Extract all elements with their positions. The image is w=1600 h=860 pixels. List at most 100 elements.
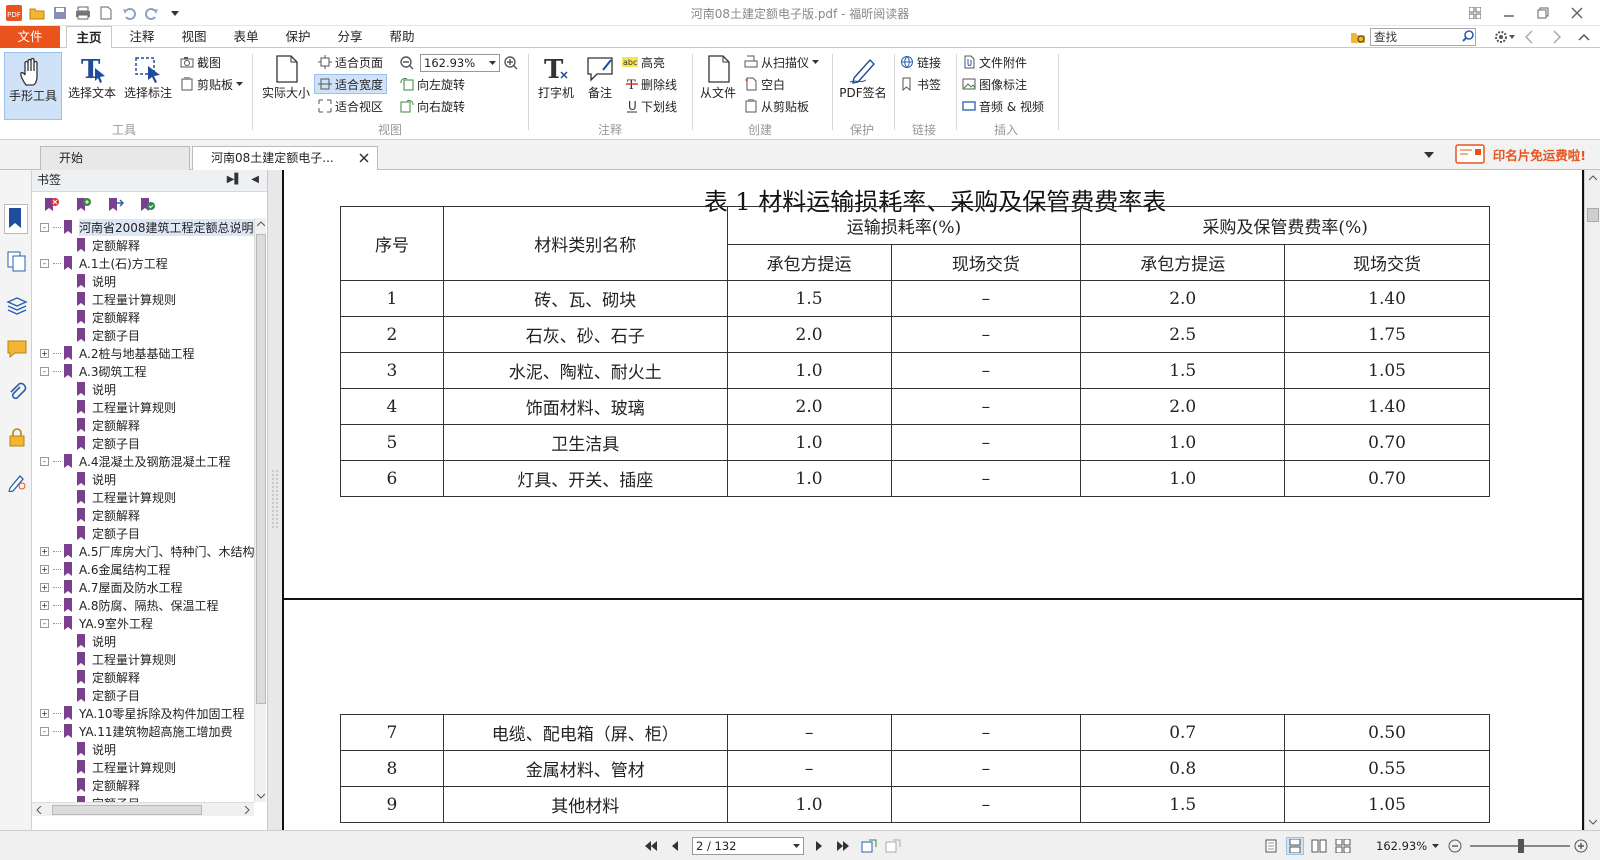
bookmark-item[interactable]: + A.8防腐、隔热、保温工程 xyxy=(40,596,218,614)
bookmark-child-item[interactable]: 定额解释 xyxy=(76,416,140,434)
fit-visible-button[interactable]: 适合视区 xyxy=(318,96,383,116)
tab-close-icon[interactable] xyxy=(359,153,369,163)
collapse-panel-icon[interactable]: ◀ xyxy=(251,174,259,185)
bookmark-item[interactable]: - YA.9室外工程 xyxy=(40,614,153,632)
first-page-icon[interactable] xyxy=(642,837,660,855)
go-to-bookmark-icon[interactable] xyxy=(106,197,124,213)
audio-video-button[interactable]: 音频 & 视频 xyxy=(962,96,1044,116)
menu-form[interactable]: 表单 xyxy=(228,26,264,48)
zoom-in-icon[interactable] xyxy=(504,56,518,70)
single-page-view-icon[interactable] xyxy=(1262,837,1280,855)
zoom-level[interactable]: 162.93% xyxy=(1376,839,1427,853)
document-vertical-scrollbar[interactable] xyxy=(1584,170,1600,830)
collapse-icon[interactable]: - xyxy=(40,222,49,232)
bookmark-child-item[interactable]: 定额子目 xyxy=(76,434,140,452)
signatures-panel-icon[interactable] xyxy=(6,470,28,492)
bookmark-child-item[interactable]: 定额解释 xyxy=(76,236,140,254)
bookmark-child-item[interactable]: 工程量计算规则 xyxy=(76,650,176,668)
bookmark-item[interactable]: - A.3砌筑工程 xyxy=(40,362,146,380)
bookmark-child-item[interactable]: 定额解释 xyxy=(76,668,140,686)
snapshot-button[interactable]: 截图 xyxy=(180,52,221,72)
scroll-right-icon[interactable] xyxy=(244,806,250,814)
bookmark-item[interactable]: + YA.10零星拆除及构件加固工程 xyxy=(40,704,244,722)
scroll-down-icon[interactable] xyxy=(257,792,265,800)
continuous-view-icon[interactable] xyxy=(1286,837,1304,855)
expand-panel-icon[interactable]: ▶▌ xyxy=(227,174,242,185)
scrollbar-thumb[interactable] xyxy=(1587,208,1599,222)
scroll-left-icon[interactable] xyxy=(36,806,42,814)
panel-splitter[interactable] xyxy=(268,170,282,830)
highlight-button[interactable]: abc 高亮 xyxy=(622,52,665,72)
strikeout-button[interactable]: T 删除线 xyxy=(626,74,677,94)
continuous-facing-view-icon[interactable] xyxy=(1334,837,1352,855)
fit-page-button[interactable]: 适合页面 xyxy=(318,52,383,72)
scroll-up-icon[interactable] xyxy=(257,220,265,228)
next-view-icon[interactable] xyxy=(884,837,902,855)
zoom-out-icon[interactable] xyxy=(400,56,414,70)
fullscreen-icon[interactable] xyxy=(1458,2,1492,24)
tab-list-dropdown-icon[interactable] xyxy=(1424,152,1434,159)
note-button[interactable]: 备注 xyxy=(580,54,620,101)
document-view[interactable]: 表 1 材料运输损耗率、采购及保管费费率表 序号 材料类别名称 运输损耗率(%)… xyxy=(282,170,1584,830)
hand-tool-button[interactable]: 手形工具 xyxy=(4,52,62,120)
page-dropdown-icon[interactable] xyxy=(793,843,800,849)
from-scanner-button[interactable]: 从扫描仪 xyxy=(744,52,820,72)
bookmark-child-item[interactable]: 说明 xyxy=(76,380,116,398)
scrollbar-thumb[interactable] xyxy=(52,805,202,815)
rotate-left-button[interactable]: 向左旋转 xyxy=(400,74,465,94)
find-folder-icon[interactable] xyxy=(1350,30,1366,44)
collapse-icon[interactable]: - xyxy=(40,618,49,628)
menu-help[interactable]: 帮助 xyxy=(384,26,420,48)
previous-view-icon[interactable] xyxy=(860,837,878,855)
expand-icon[interactable]: + xyxy=(40,546,49,556)
bookmark-vertical-scrollbar[interactable] xyxy=(254,218,266,802)
menu-view[interactable]: 视图 xyxy=(176,26,212,48)
tab-start[interactable]: 开始 xyxy=(40,146,190,170)
actual-size-button[interactable]: 实际大小 xyxy=(258,54,314,101)
zoom-dropdown-icon[interactable] xyxy=(1426,837,1444,855)
bookmark-item[interactable]: - YA.11建筑物超高施工增加费 xyxy=(40,722,232,740)
bookmark-child-item[interactable]: 定额解释 xyxy=(76,776,140,794)
nav-forward-icon[interactable] xyxy=(1552,30,1562,44)
fit-width-button[interactable]: 适合宽度 xyxy=(314,74,388,94)
tab-document[interactable]: 河南08土建定额电子... xyxy=(192,146,378,170)
expand-icon[interactable]: + xyxy=(40,582,49,592)
bookmark-child-item[interactable]: 工程量计算规则 xyxy=(76,290,176,308)
comments-panel-icon[interactable] xyxy=(6,338,28,360)
bookmark-child-item[interactable]: 工程量计算规则 xyxy=(76,758,176,776)
search-input[interactable]: 查找 xyxy=(1370,28,1476,46)
clipboard-button[interactable]: 剪贴板 xyxy=(180,74,244,94)
bookmark-child-item[interactable]: 定额解释 xyxy=(76,308,140,326)
blank-button[interactable]: 空白 xyxy=(744,74,785,94)
scroll-down-icon[interactable] xyxy=(1589,818,1597,826)
expand-icon[interactable]: + xyxy=(40,564,49,574)
bookmark-button[interactable]: 书签 xyxy=(900,74,941,94)
menu-home[interactable]: 主页 xyxy=(66,26,112,49)
scrollbar-thumb[interactable] xyxy=(256,234,266,704)
scroll-up-icon[interactable] xyxy=(1589,174,1597,182)
zoom-in-icon[interactable] xyxy=(1572,837,1590,855)
menu-comment[interactable]: 注释 xyxy=(124,26,160,48)
bookmark-child-item[interactable]: 说明 xyxy=(76,272,116,290)
bookmark-child-item[interactable]: 定额子目 xyxy=(76,686,140,704)
bookmark-child-item[interactable]: 定额解释 xyxy=(76,506,140,524)
security-panel-icon[interactable] xyxy=(6,426,28,448)
menu-share[interactable]: 分享 xyxy=(332,26,368,48)
menu-protect[interactable]: 保护 xyxy=(280,26,316,48)
file-attachment-button[interactable]: 文件附件 xyxy=(962,52,1027,72)
bookmark-item[interactable]: + A.7屋面及防水工程 xyxy=(40,578,182,596)
zoom-slider[interactable] xyxy=(1470,839,1570,853)
pages-panel-icon[interactable] xyxy=(6,250,28,272)
nav-back-icon[interactable] xyxy=(1524,30,1534,44)
close-icon[interactable] xyxy=(1560,2,1594,24)
collapse-icon[interactable]: - xyxy=(40,726,49,736)
zoom-slider-handle[interactable] xyxy=(1518,839,1524,853)
promo-banner[interactable]: 印名片免运费啦! xyxy=(1455,144,1586,164)
bookmark-horizontal-scrollbar[interactable] xyxy=(32,802,254,816)
select-annotation-button[interactable]: 选择标注 xyxy=(120,54,176,101)
from-file-button[interactable]: 从文件 xyxy=(696,54,740,101)
delete-bookmark-icon[interactable] xyxy=(42,197,60,213)
minimize-icon[interactable] xyxy=(1492,2,1526,24)
zoom-dropdown-icon[interactable] xyxy=(489,60,496,66)
collapse-icon[interactable]: - xyxy=(40,258,49,268)
